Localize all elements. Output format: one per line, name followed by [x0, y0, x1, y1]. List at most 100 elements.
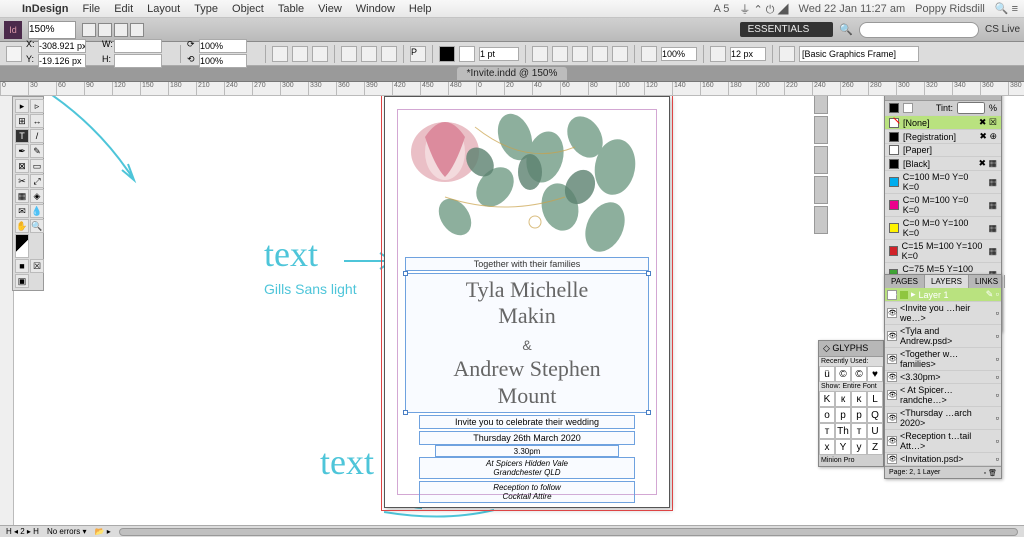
distribute-icon[interactable] — [381, 46, 397, 62]
textframe-invite-you[interactable]: Invite you to celebrate their wedding — [419, 415, 635, 429]
mini-tab-1[interactable] — [814, 96, 828, 114]
swatch-black[interactable]: [Black]✖ ▦ — [885, 157, 1001, 171]
swatch-paper[interactable]: [Paper] — [885, 144, 1001, 157]
document-tab[interactable]: *Invite.indd @ 150% — [457, 67, 568, 80]
type-tool[interactable]: T — [15, 129, 29, 143]
line-tool[interactable]: / — [30, 129, 44, 143]
stroke-weight[interactable] — [479, 47, 519, 61]
layer-item-7[interactable]: 👁<Invitation.psd>▫ — [885, 453, 1001, 466]
view-icons[interactable] — [82, 23, 144, 37]
gradient-swatch-tool[interactable]: ▦ — [15, 189, 29, 203]
menu-table[interactable]: Table — [278, 3, 304, 15]
pen-tool[interactable]: ✒ — [15, 144, 29, 158]
rectangle-tool[interactable]: ▭ — [30, 159, 44, 173]
h-scrollbar[interactable] — [119, 528, 1018, 536]
gradient-feather-tool[interactable]: ◈ — [30, 189, 44, 203]
apply-color[interactable]: ■ — [15, 259, 29, 273]
scale-x[interactable] — [199, 39, 247, 53]
screen-mode[interactable]: ▣ — [15, 274, 29, 288]
note-tool[interactable]: ✉ — [15, 204, 29, 218]
horizontal-ruler[interactable]: 0306090120150180210240270300330360390420… — [0, 82, 1024, 96]
menu-file[interactable]: File — [82, 3, 100, 15]
scissors-tool[interactable]: ✂ — [15, 174, 29, 188]
swatch-registration[interactable]: [Registration]✖ ⊕ — [885, 130, 1001, 144]
w-field[interactable] — [114, 39, 162, 53]
textframe-time[interactable]: 3.30pm — [435, 445, 619, 457]
direct-selection-tool[interactable]: ▹ — [30, 99, 44, 113]
scale-y[interactable] — [199, 54, 247, 68]
layer-item-1[interactable]: 👁<Tyla and Andrew.psd>▫ — [885, 325, 1001, 348]
drop-shadow-icon[interactable] — [710, 46, 726, 62]
fit-icon[interactable] — [779, 46, 795, 62]
menu-layout[interactable]: Layout — [147, 3, 180, 15]
textframe-date[interactable]: Thursday 26th March 2020 — [419, 431, 635, 445]
tab-pages[interactable]: PAGES — [885, 275, 925, 288]
menu-help[interactable]: Help — [409, 3, 432, 15]
swatch-m100[interactable]: C=0 M=100 Y=0 K=0▦ — [885, 194, 1001, 217]
menu-type[interactable]: Type — [194, 3, 218, 15]
zoom-tool[interactable]: 🔍 — [30, 219, 44, 233]
app-name[interactable]: InDesign — [22, 3, 68, 15]
cs-live[interactable]: CS Live — [985, 24, 1020, 35]
x-field[interactable] — [38, 39, 86, 53]
layer-item-3[interactable]: 👁<3.30pm>▫ — [885, 371, 1001, 384]
zoom-select[interactable] — [28, 21, 76, 39]
layer-item-6[interactable]: 👁<Reception t…tail Att…>▫ — [885, 430, 1001, 453]
textframe-together[interactable]: Together with their families — [405, 257, 649, 271]
mini-tab-5[interactable] — [814, 206, 828, 234]
align-icon[interactable] — [361, 46, 377, 62]
flip-v-icon[interactable] — [312, 46, 328, 62]
layer-item-5[interactable]: 👁<Thursday …arch 2020>▫ — [885, 407, 1001, 430]
layer-item-0[interactable]: 👁<Invite you …heir we…>▫ — [885, 302, 1001, 325]
menu-view[interactable]: View — [318, 3, 342, 15]
swatch-none[interactable]: [None]✖ ☒ — [885, 116, 1001, 130]
glyphs-font[interactable]: Minion Pro — [819, 455, 883, 466]
h-field[interactable] — [114, 54, 162, 68]
free-transform-tool[interactable]: ⤢ — [30, 174, 44, 188]
flip-h-icon[interactable] — [292, 46, 308, 62]
layer-item-4[interactable]: 👁< At Spicer…randche…>▫ — [885, 384, 1001, 407]
menu-window[interactable]: Window — [356, 3, 395, 15]
effects-icon[interactable] — [641, 46, 657, 62]
gap-tool[interactable]: ↔ — [30, 114, 44, 128]
mini-tab-4[interactable] — [814, 176, 828, 204]
open-icon[interactable]: 📂 ▸ — [95, 527, 111, 536]
fill-stroke[interactable] — [15, 234, 29, 258]
opacity-field[interactable] — [730, 47, 766, 61]
page-tool[interactable]: ⊞ — [15, 114, 29, 128]
swatch-red[interactable]: C=15 M=100 Y=100 K=0▦ — [885, 240, 1001, 263]
clock[interactable]: Wed 22 Jan 11:27 am — [799, 3, 906, 15]
swatch-c100[interactable]: C=100 M=0 Y=0 K=0▦ — [885, 171, 1001, 194]
apply-none[interactable]: ☒ — [30, 259, 44, 273]
spotlight-icon[interactable]: 🔍 ≡ — [995, 2, 1018, 15]
hand-tool[interactable]: ✋ — [15, 219, 29, 233]
wifi-icon[interactable]: ⏚ ⌃ ⏻ ◢ — [739, 1, 788, 17]
menu-edit[interactable]: Edit — [114, 3, 133, 15]
menu-object[interactable]: Object — [232, 3, 264, 15]
search-input[interactable] — [859, 22, 979, 38]
tint-field[interactable] — [957, 102, 985, 114]
pencil-tool[interactable]: ✎ — [30, 144, 44, 158]
document-page[interactable]: Together with their families Tyla Michel… — [384, 96, 670, 508]
textframe-reception[interactable]: Reception to followCocktail Attire — [419, 481, 635, 503]
char-icon[interactable]: P — [410, 46, 426, 62]
wrap-icon[interactable] — [532, 46, 548, 62]
glyphs-header[interactable]: ◇ GLYPHS — [819, 341, 883, 357]
page-nav[interactable]: H ◂ 2 ▸ H — [6, 527, 39, 536]
layer-item-2[interactable]: 👁<Together w… families>▫ — [885, 348, 1001, 371]
preflight-status[interactable]: No errors ▾ — [47, 527, 87, 536]
user-name[interactable]: Poppy Ridsdill — [915, 3, 985, 15]
stroke-swatch[interactable] — [459, 46, 475, 62]
rotate-icon[interactable] — [272, 46, 288, 62]
tab-links[interactable]: LINKS — [969, 275, 1005, 288]
corner-icon[interactable] — [341, 46, 357, 62]
fx-field[interactable] — [661, 47, 697, 61]
workspace-switcher[interactable]: ESSENTIALS — [740, 22, 834, 37]
mini-tab-3[interactable] — [814, 146, 828, 174]
ref-point-icon[interactable] — [6, 46, 22, 62]
y-field[interactable] — [38, 54, 86, 68]
eyedropper-tool[interactable]: 💧 — [30, 204, 44, 218]
rectangle-frame-tool[interactable]: ⊠ — [15, 159, 29, 173]
mini-tab-2[interactable] — [814, 116, 828, 144]
selection-tool[interactable]: ▸ — [15, 99, 29, 113]
